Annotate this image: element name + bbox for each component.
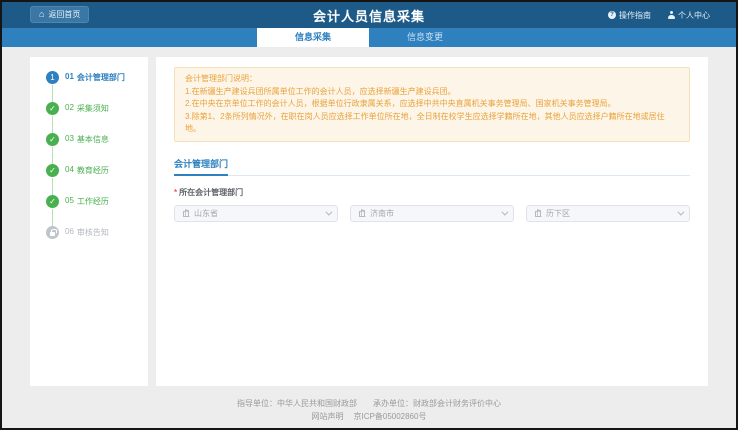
building-icon [358,209,366,217]
tab-bar: 信息采集 信息变更 [2,28,736,47]
header: ⌂ 返回首页 会计人员信息采集 ? 操作指南 个人中心 [2,2,736,28]
step-collection-notice[interactable]: 02 采集须知 [46,102,142,115]
section-header: 会计管理部门 [174,154,690,176]
check-icon [46,102,59,115]
notice-line-2: 2.在中央在京单位工作的会计人员，根据单位行政隶属关系，应选择中共中央直属机关事… [185,98,679,111]
section-title: 会计管理部门 [174,157,228,176]
step-basic-info[interactable]: 03 基本信息 [46,133,142,146]
notice-line-3: 3.除第1、2条所列情况外，在职在岗人员应选择工作单位所在地，全日制在校学生应选… [185,111,679,136]
notice-title: 会计管理部门说明： [185,73,679,86]
step4-label: 教育经历 [77,165,109,176]
check-icon [46,195,59,208]
app-window: ⌂ 返回首页 会计人员信息采集 ? 操作指南 个人中心 信息采集 信息变更 1 … [0,0,738,430]
page-title: 会计人员信息采集 [313,6,425,25]
guide-icon: ? [608,11,616,19]
step2-num: 02 [65,103,74,114]
step-accounting-department[interactable]: 1 01 会计管理部门 [46,71,142,84]
step1-label: 会计管理部门 [77,72,125,83]
check-icon [46,164,59,177]
header-actions: ? 操作指南 个人中心 [608,2,710,28]
step3-num: 03 [65,134,74,145]
chevron-down-icon [325,208,332,215]
province-value: 山东省 [194,208,218,219]
region-selects: 山东省 济南市 历下区 [174,205,690,222]
building-icon [182,209,190,217]
step1-number-badge: 1 [46,71,59,84]
step6-num: 06 [65,227,74,238]
step-review-notice[interactable]: 06 审核告知 [46,226,142,239]
chevron-down-icon [501,208,508,215]
field-label-text: 所在会计管理部门 [179,188,243,197]
footer-sponsor-line: 指导单位：中华人民共和国财政部 承办单位：财政部会计财务评价中心 [2,398,736,410]
home-button[interactable]: ⌂ 返回首页 [30,6,89,23]
step5-num: 05 [65,196,74,207]
footer: 指导单位：中华人民共和国财政部 承办单位：财政部会计财务评价中心 网站声明 京IC… [2,394,736,428]
personal-center-label: 个人中心 [678,10,710,21]
site-statement-link[interactable]: 网站声明 [312,412,344,421]
step3-label: 基本信息 [77,134,109,145]
personal-center-link[interactable]: 个人中心 [667,10,710,21]
required-mark: * [174,188,177,197]
home-icon: ⌂ [39,10,44,19]
chevron-down-icon [677,208,684,215]
province-select[interactable]: 山东省 [174,205,338,222]
check-icon [46,133,59,146]
city-select[interactable]: 济南市 [350,205,514,222]
notice-box: 会计管理部门说明： 1.在新疆生产建设兵团所属单位工作的会计人员，应选择新疆生产… [174,67,690,142]
step-work-history[interactable]: 05 工作经历 [46,195,142,208]
icp-number: 京ICP备05002860号 [354,412,427,421]
district-select[interactable]: 历下区 [526,205,690,222]
content-area: 1 01 会计管理部门 02 采集须知 03 基本信息 [2,47,736,394]
lock-icon [46,226,59,239]
notice-line-1: 1.在新疆生产建设兵团所属单位工作的会计人员，应选择新疆生产建设兵团。 [185,86,679,99]
city-value: 济南市 [370,208,394,219]
building-icon [534,209,542,217]
step1-num: 01 [65,72,74,83]
step5-label: 工作经历 [77,196,109,207]
tab-info-collection[interactable]: 信息采集 [257,28,369,47]
main-panel: 会计管理部门说明： 1.在新疆生产建设兵团所属单位工作的会计人员，应选择新疆生产… [156,57,708,386]
step2-label: 采集须知 [77,103,109,114]
person-icon [667,11,675,19]
step4-num: 04 [65,165,74,176]
field-label: *所在会计管理部门 [174,187,690,198]
guide-link[interactable]: ? 操作指南 [608,10,651,21]
guide-link-label: 操作指南 [619,10,651,21]
step6-label: 审核告知 [77,227,109,238]
home-button-label: 返回首页 [48,9,80,20]
steps-sidebar: 1 01 会计管理部门 02 采集须知 03 基本信息 [30,57,148,386]
district-value: 历下区 [546,208,570,219]
step-education-history[interactable]: 04 教育经历 [46,164,142,177]
tab-info-change[interactable]: 信息变更 [369,28,481,47]
